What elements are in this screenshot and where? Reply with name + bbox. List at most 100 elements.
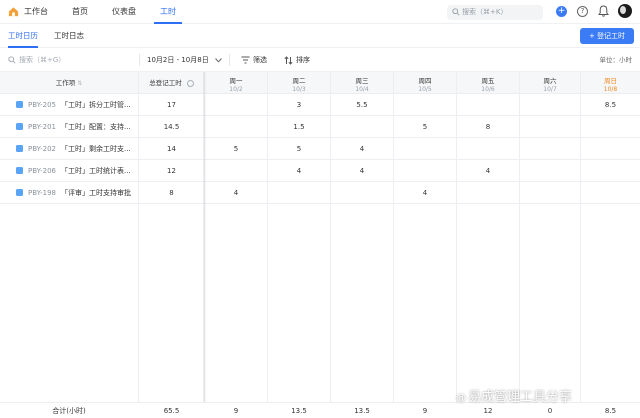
global-search[interactable]: 搜索（⌘+K） (447, 5, 543, 20)
sub-tabs: 工时日历 工时日志 (0, 24, 640, 48)
hours-cell[interactable]: 4 (394, 182, 456, 204)
hours-cell[interactable] (520, 138, 580, 160)
column-header-task[interactable]: 工作项 ⇅ (0, 72, 138, 94)
hours-cell[interactable]: 5 (205, 138, 267, 160)
frozen-column-shadow (203, 72, 207, 418)
story-type-icon (16, 100, 23, 108)
day-header-wed: 周三 10/4 (331, 72, 393, 94)
hours-cell[interactable]: 1.5 (268, 116, 330, 138)
hours-cell[interactable]: 4 (205, 182, 267, 204)
hours-cell[interactable] (457, 182, 519, 204)
hours-cell[interactable]: 5.5 (331, 94, 393, 116)
hours-cell[interactable] (457, 138, 519, 160)
day-header-sat: 周六 10/7 (520, 72, 580, 94)
total-cell: 14.5 (163, 123, 180, 131)
tab-worktime-calendar[interactable]: 工时日历 (8, 24, 38, 48)
hours-cell[interactable] (520, 116, 580, 138)
table-row[interactable]: PBY-198 「评审」工时支持审批 8 4 4 (0, 182, 640, 204)
date-range-picker[interactable]: 10月2日 - 10月8日 (147, 48, 222, 72)
total-cell: 17 (167, 101, 176, 109)
day-name: 周一 (229, 77, 243, 85)
home-icon[interactable] (8, 6, 19, 17)
task-cell[interactable]: PBY-206 「工时」工时统计表... (16, 160, 131, 182)
hours-cell[interactable]: 4 (331, 138, 393, 160)
filter-icon (241, 56, 250, 64)
story-type-icon (16, 188, 23, 196)
unit-label: 单位：小时 (599, 56, 633, 64)
hours-cell[interactable] (205, 94, 267, 116)
task-cell[interactable]: PBY-201 「工时」配置：支持... (16, 116, 131, 138)
help-icon[interactable]: ? (577, 6, 588, 17)
task-id: PBY-198 (28, 189, 56, 197)
task-id: PBY-201 (28, 123, 56, 131)
bell-icon[interactable] (598, 5, 609, 17)
column-header-total[interactable]: 总登记工时 (139, 72, 204, 94)
nav-home[interactable]: 首页 (72, 0, 88, 24)
hours-cell[interactable] (205, 116, 267, 138)
filter-button[interactable]: 筛选 (241, 48, 267, 72)
hours-cell[interactable] (581, 160, 640, 182)
filter-bar: 搜索（⌘+G） 10月2日 - 10月8日 筛选 排序 单位：小时 (0, 48, 640, 72)
hours-cell[interactable]: 5 (268, 138, 330, 160)
hours-cell[interactable] (581, 116, 640, 138)
day-header-sun-today: 周日 10/8 (581, 72, 640, 94)
hours-cell[interactable] (457, 94, 519, 116)
day-name: 周五 (481, 77, 495, 85)
hours-cell[interactable]: 8.5 (581, 94, 640, 116)
table-row[interactable]: PBY-206 「工时」工时统计表... 12 4 4 4 (0, 160, 640, 182)
day-date: 10/3 (292, 86, 306, 93)
hours-cell[interactable] (331, 116, 393, 138)
hours-cell[interactable] (205, 160, 267, 182)
create-plus-button[interactable]: + (556, 6, 567, 17)
hours-cell[interactable] (581, 182, 640, 204)
hours-cell[interactable] (520, 182, 580, 204)
story-type-icon (16, 166, 23, 174)
hours-cell[interactable]: 8 (457, 116, 519, 138)
hours-cell[interactable] (331, 182, 393, 204)
tab-worktime-log[interactable]: 工时日志 (54, 24, 84, 48)
task-cell[interactable]: PBY-202 「工时」剩余工时支... (16, 138, 131, 160)
task-name: 「工时」剩余工时支... (60, 145, 131, 153)
table-row[interactable]: PBY-201 「工时」配置：支持... 14.5 1.5 5 8 (0, 116, 640, 138)
date-range-value: 10月2日 - 10月8日 (147, 56, 209, 64)
hours-cell[interactable]: 4 (331, 160, 393, 182)
nav-dashboard[interactable]: 仪表盘 (112, 0, 136, 24)
nav-worktime[interactable]: 工时 (160, 0, 176, 24)
hours-cell[interactable]: 4 (268, 160, 330, 182)
register-worktime-button[interactable]: + 登记工时 (580, 28, 634, 44)
nav-workbench[interactable]: 工作台 (24, 0, 48, 24)
task-name: 「评审」工时支持审批 (60, 189, 131, 197)
hours-cell[interactable] (394, 160, 456, 182)
hours-cell[interactable]: 3 (268, 94, 330, 116)
hours-cell[interactable] (394, 138, 456, 160)
top-nav: 工作台 首页 仪表盘 工时 搜索（⌘+K） + ? (0, 0, 640, 24)
settings-icon[interactable] (186, 79, 194, 87)
total-cell: 12 (167, 167, 176, 175)
day-date: 10/8 (603, 86, 618, 93)
task-cell[interactable]: PBY-205 「工时」拆分工时管... (16, 94, 131, 116)
day-name: 周三 (355, 77, 369, 85)
sort-icon (284, 55, 293, 65)
table-row[interactable]: PBY-202 「工时」剩余工时支... 14 5 5 4 (0, 138, 640, 160)
hours-cell[interactable] (268, 182, 330, 204)
column-header-task-label: 工作项 (55, 79, 76, 87)
hours-cell[interactable] (394, 94, 456, 116)
table-search-input[interactable]: 搜索（⌘+G） (8, 48, 65, 72)
hours-cell[interactable] (520, 160, 580, 182)
day-header-mon: 周一 10/2 (205, 72, 267, 94)
task-name: 「工时」工时统计表... (60, 167, 131, 175)
hours-cell[interactable]: 4 (457, 160, 519, 182)
table-search-placeholder: 搜索（⌘+G） (19, 56, 66, 64)
hours-cell[interactable] (581, 138, 640, 160)
day-date: 10/7 (543, 86, 557, 93)
task-cell[interactable]: PBY-198 「评审」工时支持审批 (16, 182, 131, 204)
hours-cell[interactable] (520, 94, 580, 116)
day-date: 10/2 (229, 86, 243, 93)
task-id: PBY-202 (28, 145, 56, 153)
day-date: 10/6 (481, 86, 495, 93)
hours-cell[interactable]: 5 (394, 116, 456, 138)
avatar[interactable] (618, 4, 632, 18)
table-row[interactable]: PBY-205 「工时」拆分工时管... 17 3 5.5 8.5 (0, 94, 640, 116)
sort-button[interactable]: 排序 (284, 48, 310, 72)
watermark-at: @ (456, 393, 466, 404)
